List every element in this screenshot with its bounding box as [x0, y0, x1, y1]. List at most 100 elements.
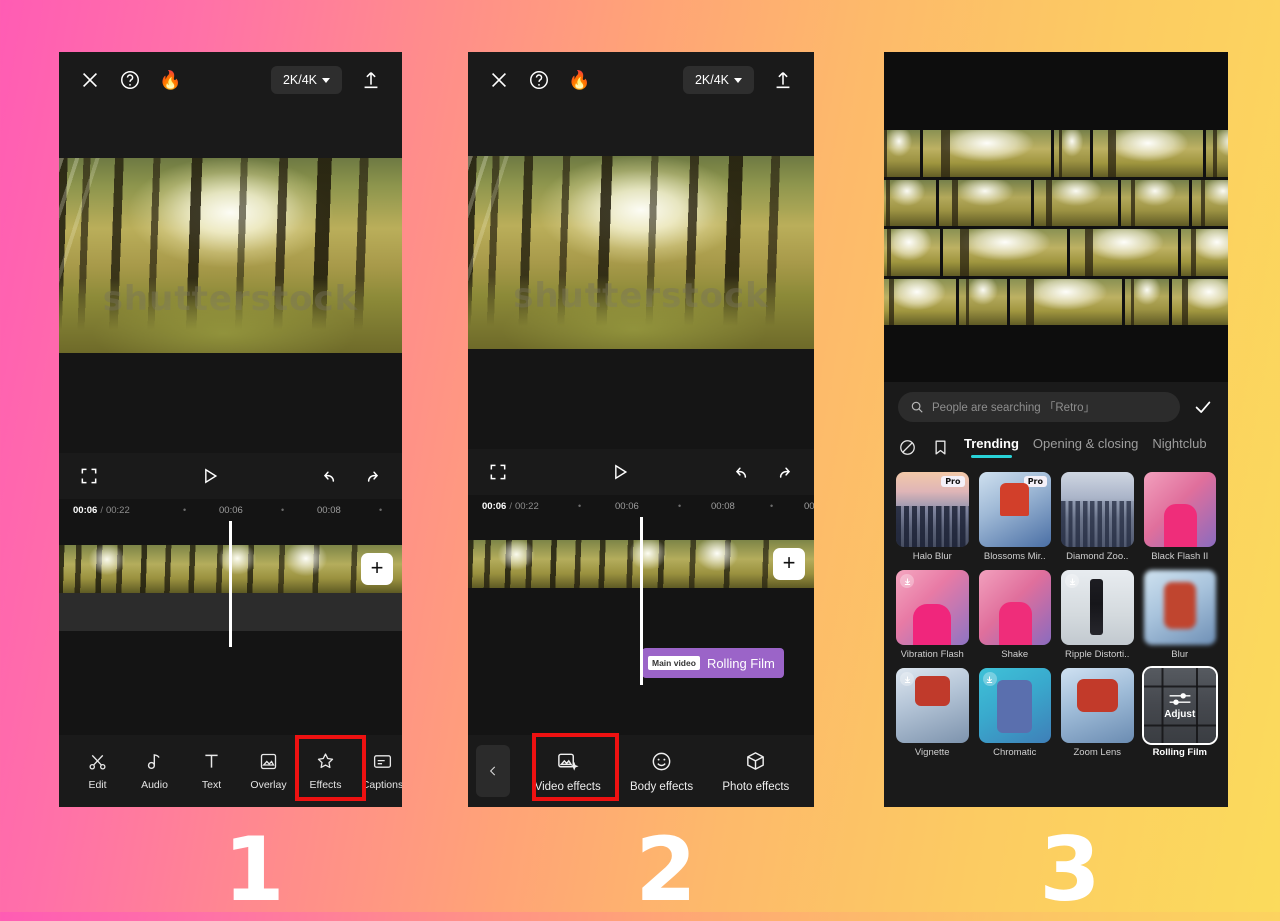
current-time: 00:06 [73, 504, 98, 516]
tab-opening-closing[interactable]: Opening & closing [1033, 436, 1139, 458]
ruler-dot: • [678, 501, 682, 511]
tab-nightclub[interactable]: Nightclub [1152, 436, 1206, 458]
export-icon[interactable] [360, 69, 382, 91]
fullscreen-icon[interactable] [488, 462, 508, 482]
film-cell [1093, 130, 1203, 177]
effect-item[interactable]: Ripple Distorti.. [1061, 570, 1134, 660]
no-effect-icon[interactable] [898, 438, 917, 457]
submenu-items: Video effects Body effects Photo effects [510, 750, 814, 793]
toolbar-item-text[interactable]: Text [183, 751, 240, 791]
film-row [884, 278, 1228, 325]
captions-icon [373, 755, 392, 768]
effect-item[interactable]: Chromatic [978, 668, 1051, 758]
effects-grid: Pro Halo Blur Pro Blossoms Mir.. Diamond… [884, 462, 1228, 758]
undo-icon[interactable] [320, 466, 340, 486]
fullscreen-icon[interactable] [79, 466, 99, 486]
effect-item[interactable]: Vibration Flash [896, 570, 969, 660]
app-header: 🔥 2K/4K [59, 52, 402, 108]
toolbar-item-audio[interactable]: Audio [126, 751, 183, 791]
player-controls [468, 449, 814, 495]
play-icon[interactable] [200, 466, 220, 486]
effect-label: Chromatic [993, 747, 1037, 758]
ruler-dot: • [281, 505, 285, 515]
close-icon[interactable] [79, 69, 101, 91]
quality-dropdown[interactable]: 2K/4K [270, 66, 342, 94]
help-icon[interactable] [528, 69, 550, 91]
effect-thumbnail [896, 570, 969, 645]
effect-label: Vibration Flash [900, 649, 964, 660]
check-icon[interactable] [1192, 396, 1214, 418]
video-frame[interactable]: shutterstock [468, 156, 814, 349]
film-cell [1010, 278, 1122, 325]
quality-label: 2K/4K [282, 73, 317, 87]
toolbar-item-captions[interactable]: Captions [354, 751, 402, 791]
export-icon[interactable] [772, 69, 794, 91]
redo-icon[interactable] [774, 462, 794, 482]
effect-thumbnail [1143, 570, 1216, 645]
clip-badge: Main video [648, 656, 700, 670]
video-preview-area: shutterstock [59, 158, 402, 453]
toolbar-item-effects[interactable]: Effects [297, 751, 354, 791]
effect-clip[interactable]: Main video Rolling Film [642, 648, 784, 678]
quality-dropdown[interactable]: 2K/4K [682, 66, 754, 94]
submenu-item-photo-effects[interactable]: Photo effects [722, 750, 789, 793]
bottom-toolbar: Edit Audio Text Overlay Effects Captions [59, 735, 402, 807]
time-separator: / [100, 504, 103, 516]
tab-label: Opening & closing [1032, 436, 1139, 451]
smiley-face-icon [652, 752, 671, 770]
tab-trending[interactable]: Trending [964, 436, 1019, 458]
effect-item[interactable]: Pro Blossoms Mir.. [978, 472, 1051, 562]
effect-item[interactable]: Zoom Lens [1061, 668, 1134, 758]
video-effects-icon [558, 753, 579, 771]
play-icon[interactable] [610, 462, 630, 482]
playhead[interactable] [640, 517, 643, 685]
add-clip-button[interactable]: + [773, 548, 805, 580]
effect-thumbnail: Pro [978, 472, 1051, 547]
effect-item[interactable]: Vignette [896, 668, 969, 758]
effect-item[interactable]: Blur [1143, 570, 1216, 660]
music-note-icon [147, 754, 160, 770]
toolbar-label: Text [201, 779, 222, 791]
redo-icon[interactable] [362, 466, 382, 486]
help-icon[interactable] [119, 69, 141, 91]
phone-panel-step-2: 🔥 2K/4K shutterstock 00:06 / 00:22 • 00:… [468, 52, 814, 807]
effect-label: Zoom Lens [1073, 747, 1122, 758]
back-button[interactable] [476, 745, 510, 797]
submenu-item-body-effects[interactable]: Body effects [630, 750, 693, 793]
toolbar-label: Edit [88, 779, 107, 791]
bookmark-icon[interactable] [931, 438, 950, 457]
ruler-dot: • [379, 505, 383, 515]
film-cell [939, 179, 1031, 226]
undo-icon[interactable] [732, 462, 752, 482]
playhead[interactable] [229, 521, 232, 647]
effect-item-selected[interactable]: Adjust Rolling Film [1143, 668, 1217, 758]
pro-badge: Pro [1023, 476, 1047, 487]
effect-thumbnail [1061, 668, 1134, 743]
search-input[interactable]: People are searching 「Retro」 [898, 392, 1180, 422]
flame-icon: 🔥 [568, 70, 591, 90]
add-clip-button[interactable]: + [361, 553, 393, 585]
submenu-label: Photo effects [722, 780, 790, 793]
close-icon[interactable] [488, 69, 510, 91]
film-row [884, 179, 1228, 226]
ruler-tick-3: 00:10 [804, 500, 814, 512]
toolbar-item-edit[interactable]: Edit [69, 751, 126, 791]
film-cell [884, 130, 920, 177]
toolbar-item-overlay[interactable]: Overlay [240, 751, 297, 791]
effect-item[interactable]: Diamond Zoo.. [1061, 472, 1134, 562]
category-tabs: Trending Opening & closing Nightclub [884, 428, 1228, 462]
effect-item[interactable]: Pro Halo Blur [896, 472, 969, 562]
ruler-tick-2: 00:08 [317, 504, 341, 516]
video-frame[interactable]: shutterstock [59, 158, 402, 353]
effect-item[interactable]: Shake [978, 570, 1051, 660]
ruler-dot: • [183, 505, 187, 515]
adjust-overlay[interactable]: Adjust [1144, 668, 1217, 743]
submenu-item-video-effects[interactable]: Video effects [535, 750, 601, 793]
time-separator: / [509, 500, 512, 512]
submenu-label: Video effects [534, 780, 601, 793]
sliders-icon [1169, 693, 1191, 705]
timeline: 00:06 / 00:22 • 00:06 • 00:08 • 00:10 + [59, 499, 402, 759]
adjust-label: Adjust [1164, 709, 1196, 720]
film-cell [1172, 278, 1228, 325]
effect-item[interactable]: Black Flash II [1143, 472, 1216, 562]
